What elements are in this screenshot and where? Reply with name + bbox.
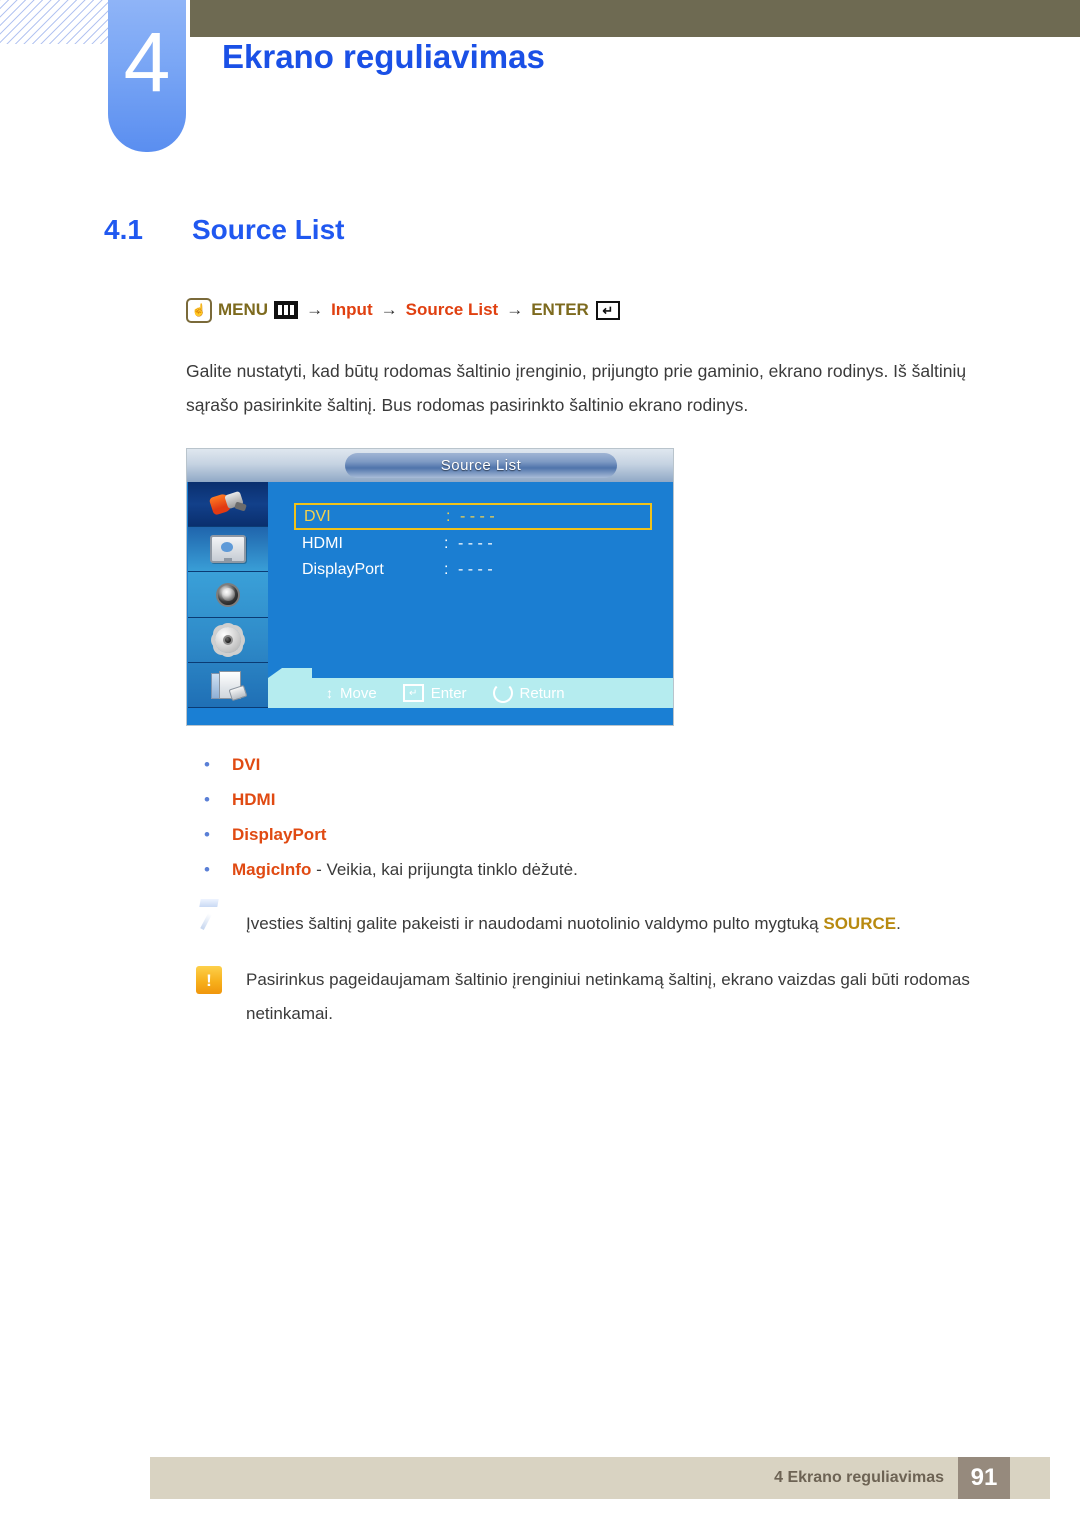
note-icon-wrap: !: [186, 963, 246, 994]
footer-chapter-label: 4 Ekrano reguliavimas: [774, 1469, 944, 1486]
footer-bar: 4 Ekrano reguliavimas 91: [150, 1457, 1050, 1499]
path-arrow-3: →: [506, 300, 524, 319]
note-text: Įvesties šaltinį galite pakeisti ir naud…: [246, 907, 976, 941]
bullet-dot: •: [204, 825, 210, 844]
osd-hint-bar: ↕ Move ↵ Enter Return: [268, 678, 673, 708]
note-icon-wrap: [186, 899, 246, 930]
osd-hint-label: Return: [519, 684, 565, 702]
move-updown-icon: ↕: [326, 685, 333, 701]
note-emphasis: SOURCE: [823, 914, 897, 933]
path-arrow-1: →: [306, 300, 324, 319]
content-column: ☝ MENU → Input → Source List → ENTER ↵ G…: [186, 296, 998, 1053]
osd-hint-enter: ↵ Enter: [402, 684, 467, 702]
osd-sidebar-item-input[interactable]: [188, 482, 268, 528]
osd-hint-label: Enter: [430, 684, 467, 702]
notes-section: Įvesties šaltinį galite pakeisti ir naud…: [186, 899, 998, 1031]
osd-hint-label: Move: [340, 684, 377, 702]
sound-speaker-icon: [214, 582, 242, 608]
setup-gear-icon: [213, 625, 243, 655]
osd-row-label: DisplayPort: [302, 560, 384, 578]
list-item: • DVI: [186, 748, 998, 782]
osd-main-panel: DVI : - - - - HDMI : - - - - DisplayPort…: [268, 482, 673, 708]
note-text-before: Įvesties šaltinį galite pakeisti ir naud…: [246, 914, 824, 933]
osd-source-rows: DVI : - - - - HDMI : - - - - DisplayPort…: [268, 482, 673, 582]
source-options-list: • DVI • HDMI • DisplayPort • MagicInfo -…: [186, 748, 998, 887]
picture-screen-icon: [210, 535, 246, 564]
osd-title: Source List: [345, 453, 617, 478]
enter-key-icon: ↵: [402, 684, 424, 702]
osd-row-separator: :: [444, 560, 449, 578]
osd-bottom-notch: [268, 668, 312, 678]
hand-press-icon: ☝: [186, 297, 212, 323]
menu-bars-icon: [274, 301, 299, 319]
osd-hint-return: Return: [492, 683, 565, 703]
osd-row-separator: :: [444, 534, 449, 552]
section-title: Source List: [192, 214, 345, 245]
osd-row-label: DVI: [304, 507, 331, 525]
osd-sidebar: [188, 482, 268, 709]
osd-hint-move: ↕ Move: [326, 685, 377, 702]
osd-sidebar-item-sound[interactable]: [188, 572, 268, 618]
osd-row-separator: :: [446, 507, 451, 525]
osd-row-value: - - - -: [460, 507, 495, 525]
menu-path-input-label: Input: [331, 300, 373, 319]
bullet-term: DisplayPort: [232, 825, 327, 844]
bullet-dot: •: [204, 860, 210, 879]
warning-exclamation-icon: !: [196, 966, 222, 994]
page-number: 91: [958, 1457, 1010, 1499]
footer-content: 4 Ekrano reguliavimas 91: [774, 1457, 1010, 1499]
note-warning: ! Pasirinkus pageidaujamam šaltinio įren…: [186, 963, 998, 1031]
corner-stripe-decoration: [0, 0, 118, 44]
multi-control-icon: [211, 670, 248, 702]
chapter-title: Ekrano reguliavimas: [222, 38, 545, 75]
menu-path-enter-label: ENTER: [531, 300, 589, 319]
bullet-dot: •: [204, 790, 210, 809]
bullet-description: - Veikia, kai prijungta tinklo dėžutė.: [311, 860, 578, 879]
osd-row-label: HDMI: [302, 534, 343, 552]
enter-key-icon: ↵: [595, 300, 620, 320]
note-text-before: Pasirinkus pageidaujamam šaltinio įrengi…: [246, 970, 970, 1023]
osd-row-hdmi[interactable]: HDMI : - - - -: [294, 531, 652, 556]
header-olive-bar: [190, 0, 1080, 37]
osd-sidebar-item-multi-control[interactable]: [188, 663, 268, 709]
bullet-dot: •: [204, 755, 210, 774]
path-arrow-2: →: [380, 300, 398, 319]
osd-sidebar-item-setup[interactable]: [188, 618, 268, 663]
note-info: Įvesties šaltinį galite pakeisti ir naud…: [186, 899, 998, 941]
input-cable-icon: [208, 490, 247, 517]
bullet-term: MagicInfo: [232, 860, 312, 879]
osd-row-displayport[interactable]: DisplayPort : - - - -: [294, 557, 652, 582]
osd-row-dvi[interactable]: DVI : - - - -: [294, 503, 652, 530]
section-heading: 4.1 Source List: [104, 214, 344, 246]
section-number: 4.1: [104, 214, 143, 245]
bullet-term: HDMI: [232, 790, 276, 809]
return-arrow-icon: [492, 683, 513, 703]
menu-path-breadcrumb: ☝ MENU → Input → Source List → ENTER ↵: [186, 296, 998, 324]
osd-row-value: - - - -: [458, 560, 493, 578]
list-item: • HDMI: [186, 783, 998, 817]
bullet-term: DVI: [232, 755, 261, 774]
osd-sidebar-item-picture[interactable]: [188, 527, 268, 573]
body-paragraph: Galite nustatyti, kad būtų rodomas šalti…: [186, 361, 967, 415]
menu-path-source-list-label: Source List: [405, 300, 499, 319]
note-text: Pasirinkus pageidaujamam šaltinio įrengi…: [246, 963, 976, 1031]
osd-screenshot: Source List DVI: - - - - HDMI: - - - -…: [186, 448, 674, 726]
list-item: • DisplayPort: [186, 818, 998, 852]
chapter-number-badge: 4: [108, 0, 186, 152]
osd-row-value: - - - -: [458, 534, 493, 552]
menu-path-menu-label: MENU: [218, 300, 269, 319]
list-item: • MagicInfo - Veikia, kai prijungta tink…: [186, 853, 998, 887]
note-text-after: .: [896, 914, 901, 933]
